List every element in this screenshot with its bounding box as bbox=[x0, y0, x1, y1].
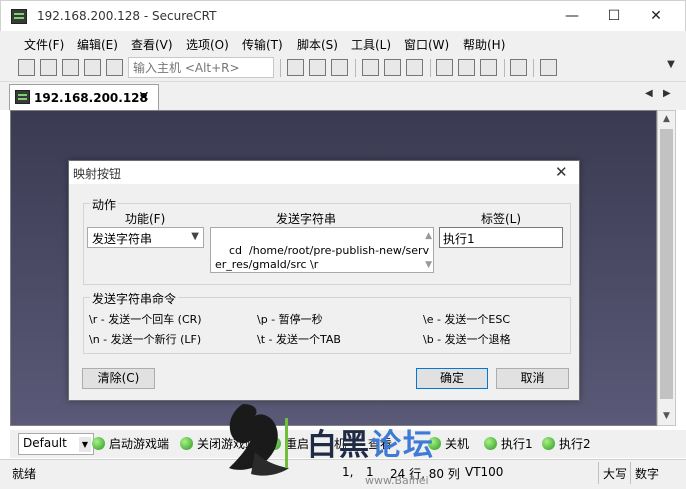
button-exec-2[interactable]: 执行2 bbox=[542, 435, 591, 452]
session-options-icon[interactable] bbox=[436, 59, 453, 76]
terminal-scrollbar[interactable]: ▲ ▼ bbox=[657, 110, 676, 426]
tab-scroll-right-icon[interactable]: ▶ bbox=[663, 88, 671, 99]
function-label: 功能(F) bbox=[125, 212, 166, 226]
toolbar-separator bbox=[504, 59, 505, 77]
watermark-url: www.Baihei bbox=[365, 474, 429, 487]
toolbar: ▼ bbox=[0, 55, 686, 82]
status-text: 就绪 bbox=[12, 467, 37, 481]
menu-window[interactable]: 窗口(W) bbox=[404, 36, 449, 53]
toolbar-separator bbox=[280, 59, 281, 77]
watermark: 白黑论坛 www.Baihei bbox=[215, 400, 505, 489]
disconnect-icon[interactable] bbox=[106, 59, 123, 76]
command-lf: \n - 发送一个新行 (LF) bbox=[89, 333, 202, 346]
function-select[interactable]: 发送字符串 ▼ bbox=[87, 227, 204, 248]
menu-view[interactable]: 查看(V) bbox=[131, 36, 173, 53]
chevron-down-icon: ▼ bbox=[191, 231, 199, 242]
cancel-button[interactable]: 取消 bbox=[496, 368, 569, 389]
dialog-title-bar: 映射按钮 ✕ bbox=[69, 161, 579, 184]
tab-scroll-left-icon[interactable]: ◀ bbox=[645, 88, 653, 99]
command-backspace: \b - 发送一个退格 bbox=[423, 333, 511, 346]
scrollbar-thumb[interactable] bbox=[660, 129, 673, 399]
tag-input[interactable]: 执行1 bbox=[439, 227, 563, 248]
menu-transfer[interactable]: 传输(T) bbox=[242, 36, 283, 53]
minimize-button[interactable]: — bbox=[549, 1, 595, 32]
command-cr: \r - 发送一个回车 (CR) bbox=[89, 313, 202, 326]
commands-group-title: 发送字符串命令 bbox=[90, 290, 179, 307]
button-bar-select[interactable]: Default ▼ bbox=[18, 433, 94, 455]
scroll-down-icon[interactable]: ▼ bbox=[658, 408, 675, 425]
tag-label: 标签(L) bbox=[481, 212, 522, 226]
terminal-icon bbox=[15, 90, 30, 104]
reconnect-icon[interactable] bbox=[84, 59, 101, 76]
menu-file[interactable]: 文件(F) bbox=[24, 36, 64, 53]
key-icon[interactable] bbox=[480, 59, 497, 76]
green-dot-icon bbox=[542, 437, 555, 450]
menu-bar: 文件(F) 编辑(E) 查看(V) 选项(O) 传输(T) 脚本(S) 工具(L… bbox=[0, 31, 686, 55]
num-lock-indicator: 数字 bbox=[630, 462, 663, 484]
ok-button[interactable]: 确定 bbox=[416, 368, 488, 389]
maximize-button[interactable]: ☐ bbox=[591, 1, 637, 32]
menu-edit[interactable]: 编辑(E) bbox=[77, 36, 118, 53]
menu-tools[interactable]: 工具(L) bbox=[351, 36, 391, 53]
send-string-textarea[interactable]: cd /home/root/pre-publish-new/server_res… bbox=[210, 227, 434, 273]
button-bar-select-value: Default bbox=[23, 436, 67, 450]
tab-strip: 192.168.200.128 ✕ ◀ ▶ bbox=[0, 82, 686, 110]
send-string-label: 发送字符串 bbox=[276, 212, 337, 226]
command-pause: \p - 暂停一秒 bbox=[257, 313, 323, 326]
copy-icon[interactable] bbox=[287, 59, 304, 76]
dialog-title: 映射按钮 bbox=[73, 167, 122, 181]
map-button-dialog: 映射按钮 ✕ 动作 功能(F) 发送字符串 ▼ 发送字符串 cd /home/r… bbox=[68, 160, 580, 401]
tab-close-icon[interactable]: ✕ bbox=[138, 89, 150, 105]
command-esc: \e - 发送一个ESC bbox=[423, 313, 511, 326]
caps-lock-indicator: 大写 bbox=[598, 462, 631, 484]
paste-icon[interactable] bbox=[309, 59, 326, 76]
global-options-icon[interactable] bbox=[458, 59, 475, 76]
toolbar-separator bbox=[533, 59, 534, 77]
title-bar: 192.168.200.128 - SecureCRT — ☐ ✕ bbox=[0, 0, 686, 31]
tab-label: 192.168.200.128 bbox=[34, 91, 148, 105]
toolbar-separator bbox=[355, 59, 356, 77]
print-setup-icon[interactable] bbox=[406, 59, 423, 76]
help-icon[interactable] bbox=[510, 59, 527, 76]
button-start-game[interactable]: 启动游戏端 bbox=[92, 435, 169, 452]
session-tab[interactable]: 192.168.200.128 ✕ bbox=[9, 84, 159, 110]
clear-button[interactable]: 清除(C) bbox=[82, 368, 155, 389]
dialog-close-icon[interactable]: ✕ bbox=[555, 163, 568, 181]
print-selection-icon[interactable] bbox=[384, 59, 401, 76]
green-dot-icon bbox=[180, 437, 193, 450]
action-group-title: 动作 bbox=[90, 196, 119, 213]
window-title: 192.168.200.128 - SecureCRT bbox=[37, 9, 217, 23]
green-dot-icon bbox=[92, 437, 105, 450]
toolbar-separator bbox=[430, 59, 431, 77]
host-input[interactable] bbox=[128, 57, 274, 78]
quick-connect-icon[interactable] bbox=[40, 59, 57, 76]
print-icon[interactable] bbox=[362, 59, 379, 76]
textarea-scroll-down-icon[interactable]: ▼ bbox=[425, 258, 432, 272]
securecrt-app-icon bbox=[11, 9, 27, 24]
scroll-up-icon[interactable]: ▲ bbox=[658, 111, 675, 128]
command-tab: \t - 发送一个TAB bbox=[257, 333, 341, 346]
menu-help[interactable]: 帮助(H) bbox=[463, 36, 505, 53]
map-button-icon[interactable] bbox=[540, 59, 557, 76]
function-select-value: 发送字符串 bbox=[92, 232, 153, 246]
watermark-text: 白黑论坛 bbox=[307, 428, 435, 463]
find-icon[interactable] bbox=[331, 59, 348, 76]
toolbar-overflow-icon[interactable]: ▼ bbox=[664, 59, 678, 77]
chevron-down-icon: ▼ bbox=[79, 437, 91, 452]
send-string-value: cd /home/root/pre-publish-new/server_res… bbox=[215, 244, 430, 271]
connect-in-tab-icon[interactable] bbox=[62, 59, 79, 76]
textarea-scroll-up-icon[interactable]: ▲ bbox=[425, 229, 432, 243]
connect-icon[interactable] bbox=[18, 59, 35, 76]
menu-options[interactable]: 选项(O) bbox=[186, 36, 229, 53]
close-window-button[interactable]: ✕ bbox=[633, 1, 679, 32]
menu-script[interactable]: 脚本(S) bbox=[297, 36, 338, 53]
watermark-logo-icon bbox=[229, 404, 289, 476]
